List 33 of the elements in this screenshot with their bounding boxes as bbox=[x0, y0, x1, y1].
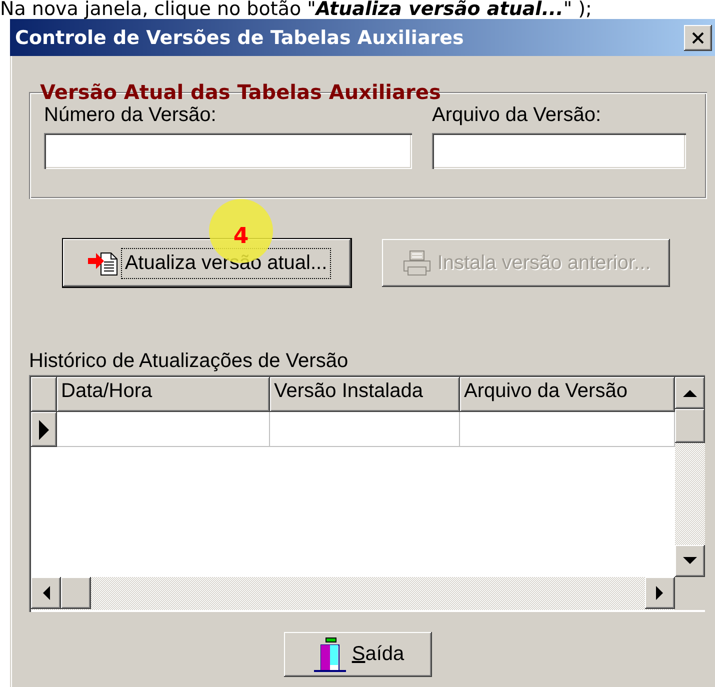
exit-button[interactable]: Saída bbox=[284, 632, 432, 677]
column-header[interactable]: Data/Hora bbox=[57, 377, 270, 412]
table-cell[interactable] bbox=[57, 412, 270, 447]
current-row-icon bbox=[38, 418, 50, 440]
field-label: Arquivo da Versão: bbox=[432, 104, 602, 127]
scrollbar-corner bbox=[675, 577, 705, 610]
input-field[interactable] bbox=[432, 133, 686, 169]
left-arrow-icon bbox=[42, 586, 50, 600]
window-title: Controle de Versões de Tabelas Auxiliares bbox=[15, 26, 464, 48]
instruction-text: Na nova janela, clique no botão "Atualiza versão atual..." ); bbox=[0, 0, 592, 19]
table-cell[interactable] bbox=[460, 412, 675, 447]
scroll-down-button[interactable] bbox=[675, 545, 705, 577]
right-arrow-icon bbox=[656, 586, 664, 600]
close-icon bbox=[691, 32, 705, 44]
scroll-up-button[interactable] bbox=[675, 377, 705, 409]
scroll-left-button[interactable] bbox=[31, 577, 61, 609]
group-title: Versão Atual das Tabelas Auxiliares bbox=[39, 80, 442, 104]
down-arrow-icon bbox=[683, 557, 697, 565]
header-corner bbox=[31, 377, 57, 412]
column-header[interactable]: Versão Instalada bbox=[270, 377, 460, 412]
input-field[interactable] bbox=[44, 133, 412, 169]
scroll-thumb[interactable] bbox=[675, 409, 705, 443]
up-arrow-icon bbox=[683, 389, 697, 397]
scroll-right-button[interactable] bbox=[645, 577, 675, 609]
field-label: Número da Versão: bbox=[44, 104, 218, 127]
close-button[interactable] bbox=[684, 24, 712, 50]
table-cell[interactable] bbox=[270, 412, 460, 447]
scroll-thumb[interactable] bbox=[61, 577, 91, 609]
history-title: Histórico de Atualizações de Versão bbox=[29, 350, 350, 373]
printer-icon bbox=[401, 249, 434, 277]
column-header[interactable]: Arquivo da Versão bbox=[460, 377, 675, 412]
exit-door-icon bbox=[312, 636, 348, 672]
row-indicator[interactable] bbox=[31, 412, 57, 447]
